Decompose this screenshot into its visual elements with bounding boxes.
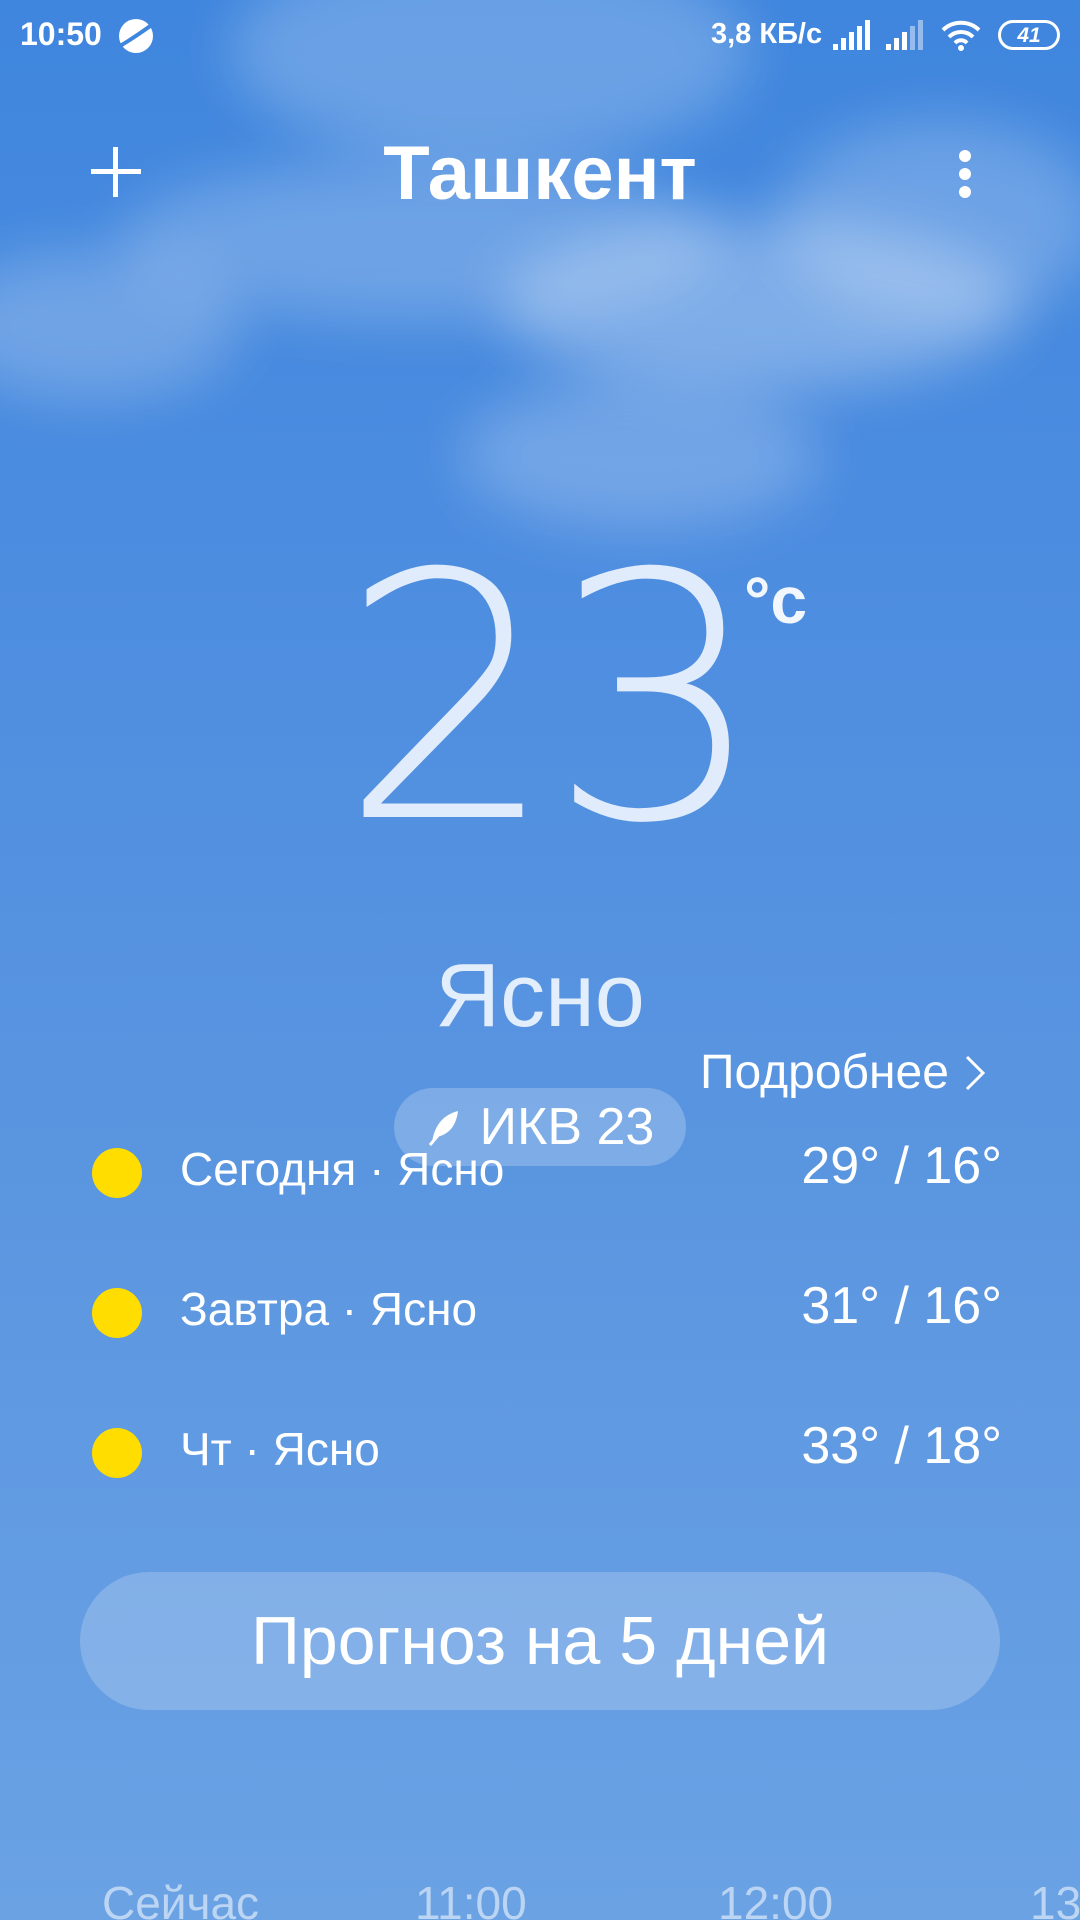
forecast-row-today[interactable]: Сегодня · Ясно 29° / 16° — [90, 1132, 1002, 1212]
hourly-label[interactable]: 11:00 — [415, 1876, 527, 1920]
sun-icon — [92, 1148, 142, 1198]
chevron-right-icon — [965, 1055, 986, 1090]
hourly-label[interactable]: 13 — [1030, 1876, 1080, 1920]
plus-icon[interactable] — [86, 142, 146, 202]
wifi-icon — [941, 20, 981, 51]
status-bar: 10:50 3,8 КБ/с 41 — [0, 0, 1080, 72]
status-time: 10:50 — [20, 16, 102, 52]
battery-level: 41 — [1017, 23, 1041, 47]
forecast-row-thursday[interactable]: Чт · Ясно 33° / 18° — [90, 1412, 1002, 1492]
forecast-temps: 31° / 16° — [801, 1277, 1002, 1335]
more-vertical-icon[interactable] — [940, 142, 990, 202]
sun-icon — [92, 1428, 142, 1478]
forecast-day-label: Сегодня · Ясно — [180, 1143, 505, 1195]
hourly-label-now[interactable]: Сейчас — [102, 1876, 259, 1920]
signal-icon — [833, 20, 870, 50]
city-title[interactable]: Ташкент — [240, 130, 840, 217]
signal-icon — [886, 20, 923, 50]
battery-icon: 41 — [998, 20, 1060, 50]
planet-icon — [118, 19, 155, 53]
five-day-forecast-button[interactable]: Прогноз на 5 дней — [80, 1572, 1000, 1710]
forecast-day-label: Чт · Ясно — [180, 1423, 380, 1475]
details-label: Подробнее — [700, 1046, 949, 1099]
sun-icon — [92, 1288, 142, 1338]
current-condition: Ясно — [435, 946, 645, 1046]
network-speed: 3,8 КБ/с — [711, 18, 823, 50]
forecast-day-label: Завтра · Ясно — [180, 1283, 478, 1335]
forecast-row-tomorrow[interactable]: Завтра · Ясно 31° / 16° — [90, 1272, 1002, 1352]
temperature-unit: °c — [744, 563, 808, 637]
forecast-temps: 29° / 16° — [801, 1137, 1002, 1195]
current-temperature: 23 — [340, 502, 765, 898]
hourly-label[interactable]: 12:00 — [718, 1876, 833, 1920]
weather-screen: 10:50 3,8 КБ/с 41 Ташкент 23 °c Ясно Под… — [0, 0, 1080, 1920]
details-link[interactable]: Подробнее — [700, 1045, 989, 1100]
forecast-temps: 33° / 18° — [801, 1417, 1002, 1475]
